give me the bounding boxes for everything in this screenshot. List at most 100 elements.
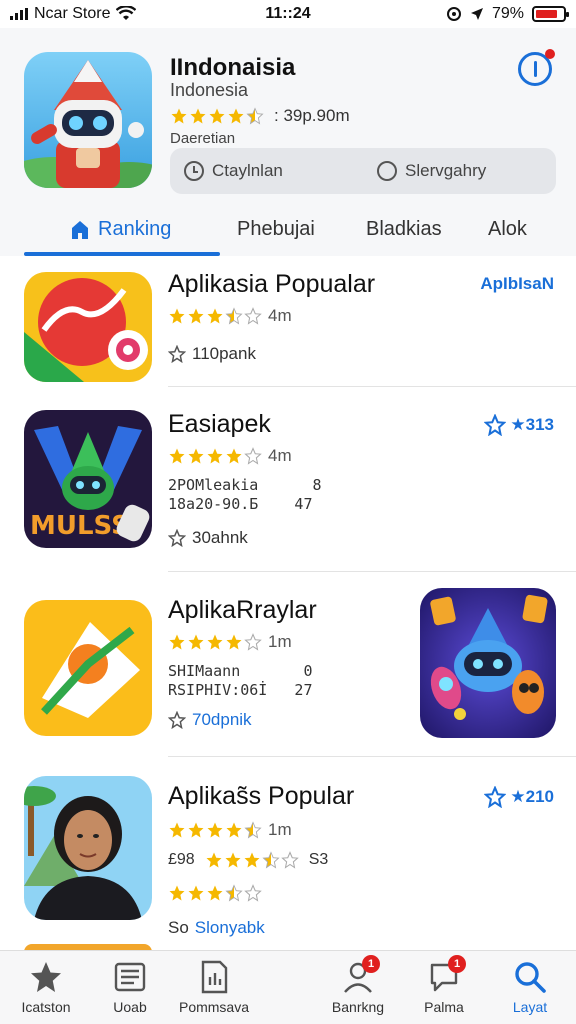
save-row[interactable]: 30ahnk (168, 528, 248, 548)
rating-star-icon (244, 821, 262, 839)
rating-stars (168, 633, 262, 651)
rating-star-icon (169, 308, 185, 324)
save-prefix: So (168, 918, 189, 937)
favorite-label: ★313 (510, 415, 554, 434)
tab-bladkias[interactable]: Bladkias (366, 218, 442, 241)
tab-ranking[interactable]: Ranking (70, 218, 171, 241)
rating-star-icon (244, 447, 262, 465)
app-rating: 4m (168, 446, 292, 466)
chart-app-icon[interactable] (24, 272, 152, 382)
svg-text:MULSS: MULSS (30, 511, 130, 541)
tab-alok[interactable]: Alok (488, 218, 527, 241)
rating-stars (168, 821, 262, 839)
wifi-icon (116, 6, 137, 20)
robot-mascot-icon[interactable] (24, 52, 152, 188)
favorite-label: ★210 (510, 787, 554, 806)
rating-count: 4m (268, 446, 292, 465)
circle-icon (377, 161, 397, 181)
rating-star-icon (169, 448, 185, 464)
list-item[interactable]: MULSS Easiapek 4m 2POMleakia 8 18a20-90.… (0, 388, 576, 572)
portrait-app-icon[interactable] (24, 776, 152, 920)
rating-star-icon (188, 634, 204, 650)
battery-icon (532, 6, 569, 22)
search-icon (512, 959, 548, 995)
chat-icon: 1 (426, 955, 466, 995)
signal-icon (10, 8, 28, 20)
star-outline-icon (484, 786, 507, 808)
divider (168, 386, 576, 387)
app-meta: 2POMleakia 8 18a20-90.Б 47 (168, 476, 322, 513)
nav-item-pommsava[interactable]: Pommsava (168, 959, 260, 1015)
map-app-icon[interactable] (24, 600, 152, 736)
meta-value: S3 (308, 851, 329, 868)
save-row[interactable]: So Slonyabk (168, 918, 265, 938)
notification-badge: 1 (362, 955, 380, 973)
segmented-control: Ctaylnlan Slervgahry (170, 148, 556, 194)
app-rating: 4m (168, 306, 292, 326)
save-row[interactable]: 70dpnik (168, 710, 252, 730)
rating-star-icon (225, 307, 243, 325)
nav-label: Banrkng (331, 999, 385, 1015)
save-label: 110pank (192, 344, 256, 363)
nav-label: Palma (424, 999, 464, 1015)
rating-stars (168, 447, 262, 465)
rating-star-icon (169, 885, 185, 901)
star-outline-icon (168, 711, 186, 729)
location-icon (470, 8, 483, 20)
featured-app-rating: : 39p.90m (170, 106, 350, 126)
nav-item-icatston[interactable]: Icatston (0, 959, 92, 1015)
segment-option-1[interactable]: Ctaylnlan (170, 161, 363, 181)
rating-star-icon (226, 634, 242, 650)
app-title: Aplikasia Popualar (168, 270, 376, 298)
nav-item-banrkng[interactable]: 1 Banrkng (312, 955, 404, 1015)
tab-phebujai[interactable]: Phebujai (237, 218, 315, 241)
rating-star-icon (209, 108, 225, 124)
info-button[interactable] (518, 49, 555, 86)
app-link[interactable]: ApIbIsaN (480, 274, 554, 294)
file-chart-icon (196, 959, 232, 995)
segment-label: Slervgahry (405, 161, 487, 180)
nav-item-palma[interactable]: 1 Palma (398, 955, 490, 1015)
rating-count: 4m (268, 306, 292, 325)
list-item[interactable]: Aplikas̃s Popular 1m £98 S3 So Slonyabk … (0, 758, 576, 950)
tab-label: Ranking (98, 218, 172, 240)
segment-option-2[interactable]: Slervgahry (363, 161, 556, 181)
nav-label: Layat (512, 999, 548, 1015)
save-row[interactable]: 110pank (168, 344, 256, 364)
rating-star-icon (262, 850, 280, 868)
app-rating: 1m (168, 632, 292, 652)
robot-rocket-art[interactable] (420, 588, 556, 738)
person-icon: 1 (340, 955, 380, 995)
app-rating-secondary (168, 884, 262, 902)
favorite-count[interactable]: ★313 (484, 414, 554, 436)
status-bar: Ncar Store 11::24 79% (0, 0, 576, 28)
tab-bar: Ranking Phebujai Bladkias Alok (0, 206, 576, 256)
list-item[interactable]: Aplikasia Popualar 4m 110pank ApIbIsaN (0, 256, 576, 388)
status-left: Ncar Store (10, 5, 137, 23)
app-rating: 1m (168, 820, 292, 840)
list-item[interactable]: AplikaRraylar 1m SHIMaann 0 RSIPHIV:06İ … (0, 572, 576, 758)
rating-star-icon (225, 884, 243, 902)
featured-header: IIndonaisia Indonesia : 39p.90m Daeretia… (0, 28, 576, 256)
app-meta: £98 S3 (168, 850, 328, 869)
rating-star-icon (207, 885, 223, 901)
rating-star-icon (226, 822, 242, 838)
featured-app-developer: Daeretian (170, 130, 236, 147)
info-icon (533, 61, 537, 77)
star-outline-icon (484, 414, 507, 436)
star-icon (28, 959, 64, 995)
favorite-count[interactable]: ★210 (484, 786, 554, 808)
nav-item-layat[interactable]: Layat (484, 959, 576, 1015)
divider (168, 756, 576, 757)
app-title: Aplikas̃s Popular (168, 782, 355, 810)
home-icon (70, 220, 90, 240)
rating-star-icon (244, 633, 262, 651)
rating-star-icon (169, 634, 185, 650)
rating-star-icon (188, 885, 204, 901)
save-label: Slonyabk (194, 918, 265, 937)
app-title: AplikaRraylar (168, 596, 317, 624)
nav-item-uoab[interactable]: Uoab (84, 959, 176, 1015)
game-app-icon[interactable]: MULSS (24, 410, 152, 548)
rating-count: 1m (268, 820, 292, 839)
rating-star-icon (244, 852, 260, 867)
